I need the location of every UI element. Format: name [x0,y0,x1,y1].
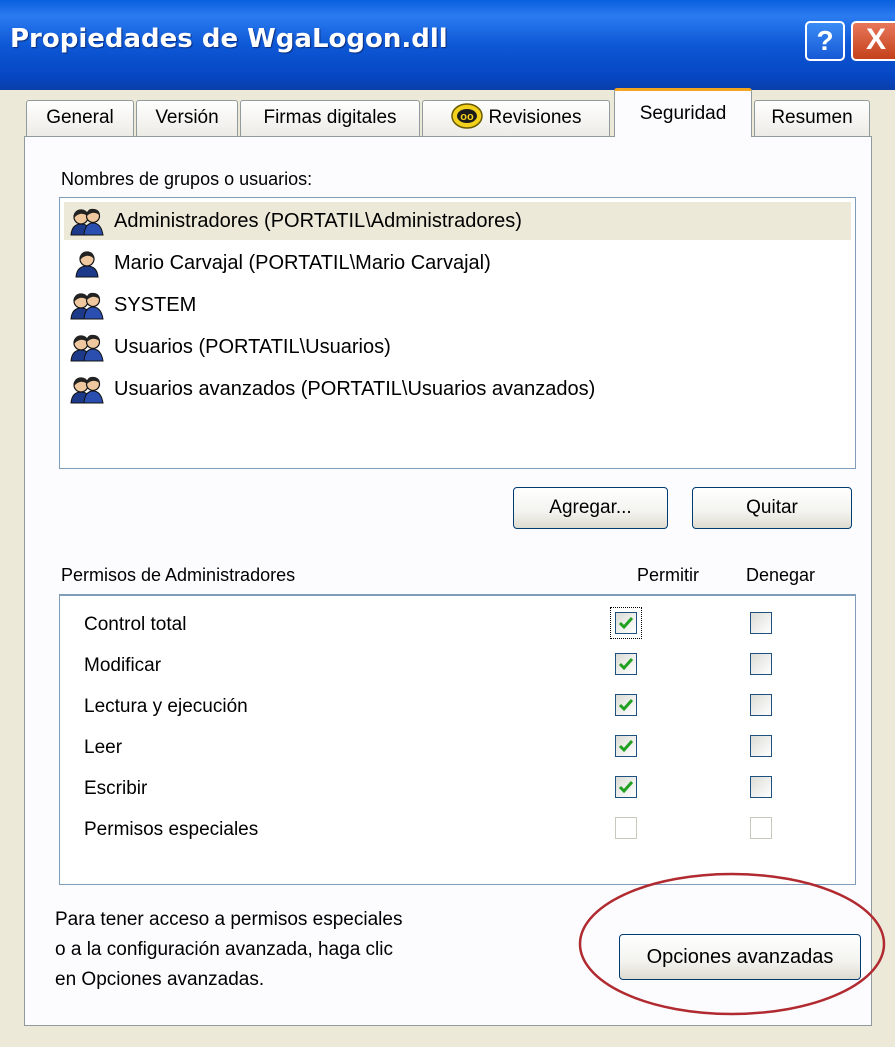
properties-window: Propiedades de WgaLogon.dll ? X General … [0,0,895,1047]
list-item[interactable]: Mario Carvajal (PORTATIL\Mario Carvajal) [64,244,851,282]
user-group-icon [70,292,104,320]
allow-checkbox-leer[interactable] [615,735,637,757]
svg-text:oo: oo [460,111,474,123]
checkmark-icon [618,617,634,630]
user-label: Usuarios (PORTATIL\Usuarios) [114,336,391,358]
help-icon: ? [816,25,834,56]
tab-general[interactable]: General [26,100,134,136]
users-list-label: Nombres de grupos o usuarios: [61,169,313,189]
help-text-line: o a la configuración avanzada, haga clic [55,939,394,960]
close-icon: X [865,23,886,56]
deny-checkbox-control-total[interactable] [750,612,772,634]
title-bar[interactable]: Propiedades de WgaLogon.dll ? X [0,0,895,90]
checkmark-icon [618,658,634,671]
list-item[interactable]: Administradores (PORTATIL\Administradore… [64,202,851,240]
user-label: Administradores (PORTATIL\Administradore… [114,210,522,232]
tab-firmas-digitales[interactable]: Firmas digitales [240,100,420,136]
checkmark-icon [618,740,634,753]
permission-label: Escribir [84,778,148,799]
allow-checkbox-escribir[interactable] [615,776,637,798]
tab-label: Firmas digitales [263,107,397,128]
help-text-line: en Opciones avanzadas. [55,969,265,990]
allow-checkbox-lectura-ejecucion[interactable] [615,694,637,716]
permissions-list[interactable]: Control total Modificar Lectura y ejecuc… [59,594,856,885]
permissions-title: Permisos de Administradores [61,565,296,585]
permission-label: Control total [84,614,187,635]
add-button-label: Agregar... [549,497,632,518]
permission-label: Permisos especiales [84,819,259,840]
allow-checkbox-control-total[interactable] [615,612,637,634]
allow-checkbox-modificar[interactable] [615,653,637,675]
permission-label: Lectura y ejecución [84,696,248,717]
help-button[interactable]: ? [805,21,845,61]
deny-checkbox-leer[interactable] [750,735,772,757]
revisions-badge-icon: oo [450,103,483,129]
close-button[interactable]: X [851,21,895,61]
add-button[interactable]: Agregar... [513,487,668,529]
tab-revisiones[interactable]: oo Revisiones [422,100,610,136]
tab-version[interactable]: Versión [136,100,238,136]
user-group-icon [70,208,104,236]
allow-column-header: Permitir [637,565,699,585]
user-label: SYSTEM [114,294,197,316]
tab-label: General [46,107,114,128]
user-group-icon [70,376,104,404]
user-group-icon [70,334,104,362]
advanced-help-text: Para tener acceso a permisos especiales … [55,905,402,995]
deny-checkbox-lectura-ejecucion[interactable] [750,694,772,716]
user-label: Mario Carvajal (PORTATIL\Mario Carvajal) [114,252,491,274]
user-icon [75,251,99,278]
window-title: Propiedades de WgaLogon.dll [10,24,448,54]
tab-seguridad[interactable]: Seguridad [614,88,752,137]
deny-checkbox-modificar[interactable] [750,653,772,675]
allow-checkbox-permisos-especiales [615,817,637,839]
tab-label: Versión [155,107,219,128]
permission-label: Leer [84,737,123,758]
remove-button[interactable]: Quitar [692,487,852,529]
tab-resumen[interactable]: Resumen [754,100,870,136]
list-item[interactable]: SYSTEM [64,286,851,324]
list-item[interactable]: Usuarios avanzados (PORTATIL\Usuarios av… [64,370,851,408]
users-list[interactable]: Administradores (PORTATIL\Administradore… [59,197,856,469]
tab-label: Resumen [771,107,853,128]
tab-label: Revisiones [488,107,582,128]
checkmark-icon [618,699,634,712]
deny-checkbox-escribir[interactable] [750,776,772,798]
permission-label: Modificar [84,655,162,676]
help-text-line: Para tener acceso a permisos especiales [55,909,403,930]
checkmark-icon [618,781,634,794]
user-label: Usuarios avanzados (PORTATIL\Usuarios av… [114,378,596,400]
annotation-ellipse [578,872,886,1016]
remove-button-label: Quitar [746,497,798,518]
deny-column-header: Denegar [746,565,816,585]
list-item[interactable]: Usuarios (PORTATIL\Usuarios) [64,328,851,366]
tab-label: Seguridad [639,103,727,124]
deny-checkbox-permisos-especiales [750,817,772,839]
